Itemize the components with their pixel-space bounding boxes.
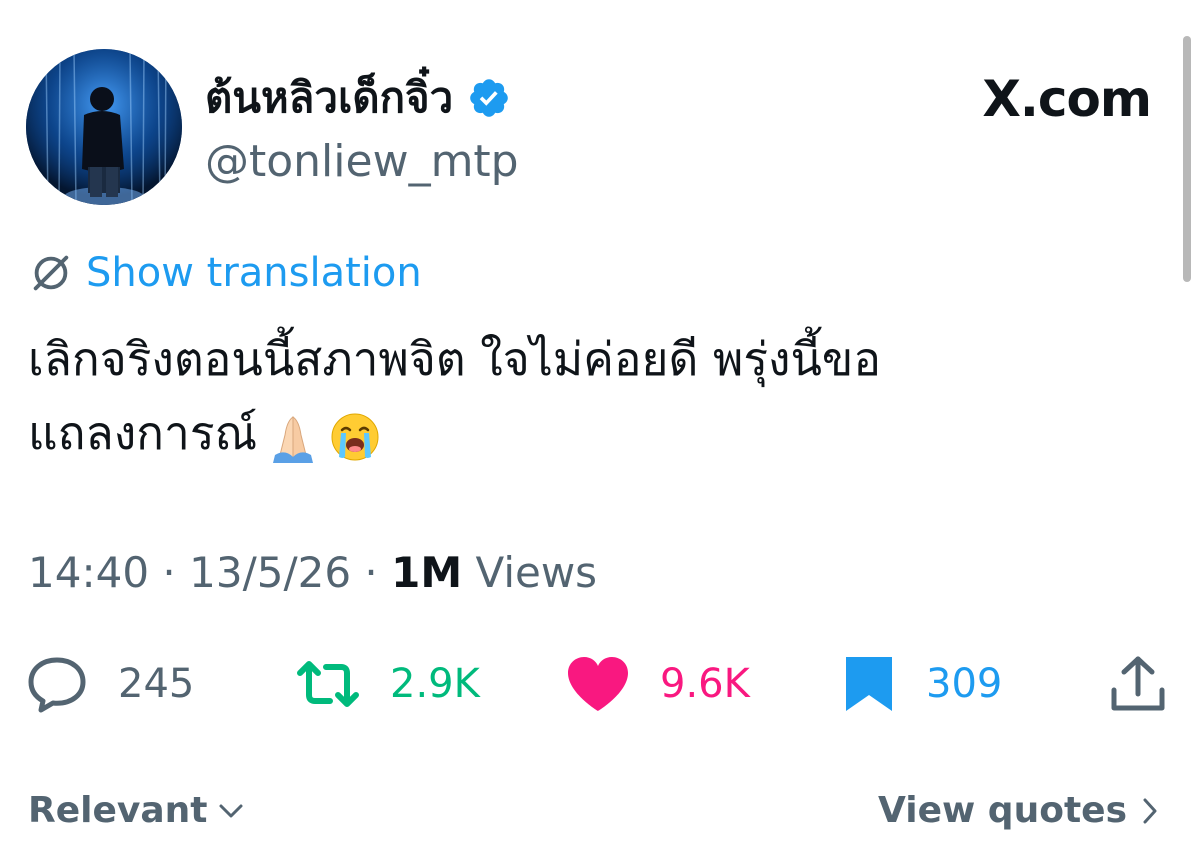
meta-separator: · xyxy=(162,548,176,597)
post-detail: ต้นหลิวเด็กจิ๋ว @tonliew_mtp X.com Show … xyxy=(0,0,1199,848)
repost-button[interactable]: 2.9K xyxy=(296,652,480,716)
share-button[interactable] xyxy=(1110,652,1166,716)
view-quotes-link[interactable]: View quotes xyxy=(878,790,1159,831)
heart-icon xyxy=(568,657,628,711)
bookmark-count: 309 xyxy=(926,661,1003,707)
reply-button[interactable]: 245 xyxy=(26,652,194,716)
bookmark-icon xyxy=(846,657,892,711)
action-bar: 245 2.9K 9.6K 309 xyxy=(26,652,1176,716)
chevron-right-icon xyxy=(1143,798,1157,823)
repost-count: 2.9K xyxy=(390,661,480,707)
reply-count: 245 xyxy=(118,661,195,707)
folded-hands-emoji-icon xyxy=(273,415,314,463)
like-button[interactable]: 9.6K xyxy=(566,652,750,716)
tweet-emojis xyxy=(267,411,381,463)
bookmark-button[interactable]: 309 xyxy=(842,652,1002,716)
show-translation-label: Show translation xyxy=(86,250,422,296)
repost-icon xyxy=(297,661,359,707)
sort-dropdown[interactable]: Relevant xyxy=(28,790,244,831)
views-label: Views xyxy=(475,548,598,597)
author-name-row[interactable]: ต้นหลิวเด็กจิ๋ว xyxy=(205,70,511,126)
tweet-time[interactable]: 14:40 xyxy=(28,548,149,597)
tweet-text-line-2: แถลงการณ์ xyxy=(28,406,258,460)
show-translation-button[interactable]: Show translation xyxy=(28,248,422,298)
tweet-text-line: แถลงการณ์ xyxy=(28,396,1148,470)
loudly-crying-face-emoji-icon xyxy=(331,413,379,460)
avatar-image xyxy=(26,49,182,205)
x-com-watermark: X.com xyxy=(982,70,1152,128)
like-count: 9.6K xyxy=(660,661,750,707)
scrollbar[interactable] xyxy=(1183,36,1191,282)
view-quotes-label: View quotes xyxy=(878,790,1127,831)
tweet-text: เลิกจริงตอนนี้สภาพจิต ใจไม่ค่อยดี พรุ่งน… xyxy=(28,322,1148,470)
chevron-down-icon xyxy=(219,804,242,817)
share-icon xyxy=(1111,656,1165,711)
verified-badge-icon xyxy=(470,79,509,117)
tweet-date[interactable]: 13/5/26 xyxy=(189,548,351,597)
avatar[interactable] xyxy=(26,49,182,205)
x-com-text: X.com xyxy=(982,70,1152,128)
meta-separator: · xyxy=(364,548,378,597)
views-count: 1M xyxy=(391,548,463,597)
author-handle[interactable]: @tonliew_mtp xyxy=(205,136,519,187)
tweet-meta: 14:40 · 13/5/26 · 1M Views xyxy=(28,548,597,597)
display-name[interactable]: ต้นหลิวเด็กจิ๋ว xyxy=(205,65,453,131)
translate-icon xyxy=(33,255,69,291)
tweet-text-line: เลิกจริงตอนนี้สภาพจิต ใจไม่ค่อยดี พรุ่งน… xyxy=(28,332,881,386)
reply-icon xyxy=(28,657,86,713)
sort-label: Relevant xyxy=(28,790,208,831)
